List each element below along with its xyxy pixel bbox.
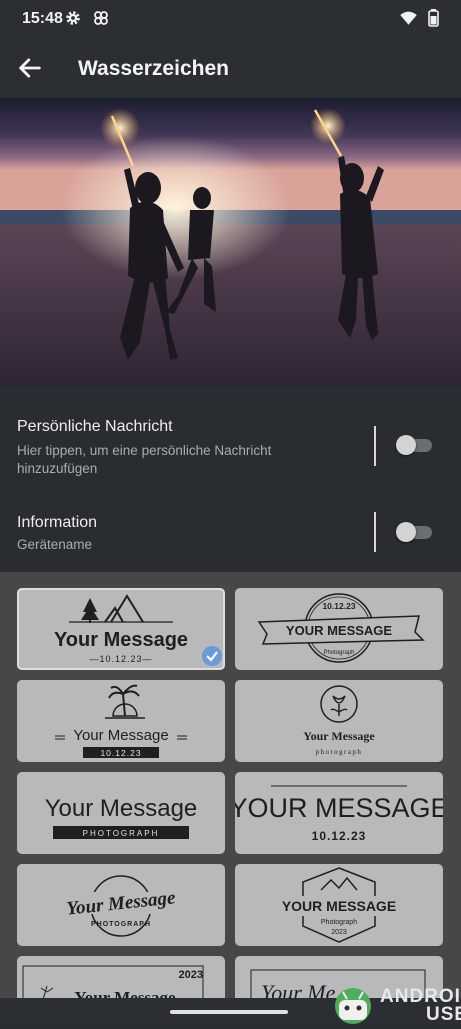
template-line2: PHOTOGRAPH: [83, 829, 160, 838]
setting-title: Persönliche Nachricht: [17, 418, 173, 435]
template-line1: 2023: [179, 969, 203, 981]
setting-subtitle: Gerätename: [17, 537, 93, 552]
wifi-icon: [400, 11, 417, 25]
template-tile-8[interactable]: YOUR MESSAGE Photograph 2023: [235, 864, 443, 946]
template-tile-1[interactable]: Your Message —10.12.23—: [17, 588, 225, 670]
divider: [374, 512, 376, 552]
template-message: YOUR MESSAGE: [286, 623, 393, 638]
template-message: Your Message: [45, 795, 198, 822]
template-message: YOUR MESSAGE: [282, 898, 396, 914]
divider: [374, 426, 376, 466]
android-robot-icon: [335, 988, 371, 1024]
app-bar: Wasserzeichen: [0, 38, 461, 98]
tree-icon: [81, 598, 99, 623]
tulip-icon: [320, 685, 358, 723]
template-message: Your Message: [303, 729, 375, 743]
template-tile-2[interactable]: 10.12.23 YOUR MESSAGE Photograph: [235, 588, 443, 670]
setting-subtitle: Hier tippen, um eine persönliche Nachric…: [17, 443, 272, 476]
home-gesture-handle[interactable]: [170, 1010, 288, 1014]
template-message: YOUR MESSAGE: [235, 793, 443, 823]
status-bar: 15:48: [0, 0, 461, 38]
template-tile-7[interactable]: Your Message PHOTOGRAPH: [17, 864, 225, 946]
template-message: Your Message: [54, 629, 188, 651]
watermark-template-grid: Your Message —10.12.23— 10.12.23 YOUR ME…: [0, 572, 461, 1024]
template-tile-4[interactable]: Your Message photograph: [235, 680, 443, 762]
template-tile-3[interactable]: Your Message 10.12.23: [17, 680, 225, 762]
mountain-icon: [320, 876, 358, 891]
setting-title: Information: [17, 514, 98, 531]
setting-information[interactable]: Information Gerätename: [0, 500, 461, 566]
palm-tree-icon: [105, 684, 145, 719]
arrow-left-icon[interactable]: [16, 54, 44, 82]
battery-icon: [428, 9, 439, 27]
personal-message-toggle[interactable]: [396, 435, 432, 455]
template-line1: Photograph: [321, 919, 357, 926]
template-line2: 10.12.23: [312, 829, 367, 843]
template-tile-6[interactable]: YOUR MESSAGE 10.12.23: [235, 772, 443, 854]
mountain-icon: [104, 594, 144, 623]
pinwheel-icon: [94, 11, 108, 25]
template-line2: PHOTOGRAPH: [91, 921, 151, 928]
template-message: Your Message: [73, 727, 168, 744]
template-line2: —10.12.23—: [89, 654, 152, 664]
template-line2: photograph: [316, 748, 363, 756]
checkmark-icon: [202, 646, 222, 666]
information-toggle[interactable]: [396, 522, 432, 542]
watermark-text-line2: USER: [426, 1004, 461, 1025]
gear-icon: [66, 11, 80, 25]
template-line1: 10.12.23: [322, 601, 355, 611]
page-title: Wasserzeichen: [78, 57, 229, 80]
corner-watermark: ANDROID USER: [330, 978, 461, 1025]
template-line2: Photograph: [323, 650, 354, 656]
setting-personal-message[interactable]: Persönliche Nachricht Hier tippen, um ei…: [0, 402, 461, 492]
status-time: 15:48: [22, 10, 63, 27]
template-line2: 10.12.23: [100, 748, 141, 758]
template-line2: 2023: [331, 929, 347, 936]
template-tile-5[interactable]: Your Message PHOTOGRAPH: [17, 772, 225, 854]
preview-photo: [0, 98, 461, 386]
